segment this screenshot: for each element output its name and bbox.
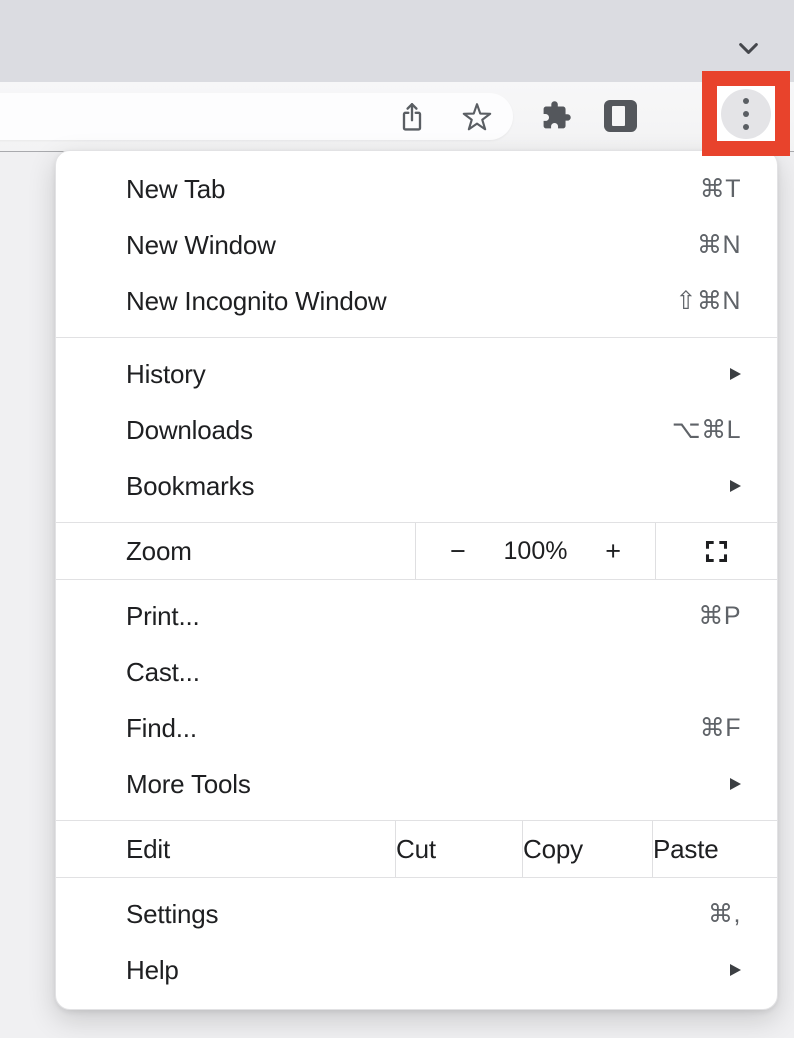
edit-row: Edit Cut Copy Paste	[56, 821, 777, 877]
edit-label-cell: Edit	[56, 821, 396, 877]
menu-item-label: Help	[126, 955, 730, 986]
menu-section-actions: Print... ⌘P Cast... Find... ⌘F More Tool…	[56, 580, 777, 820]
menu-section-settings: Settings ⌘, Help	[56, 878, 777, 1009]
paste-button[interactable]: Paste	[653, 821, 777, 877]
menu-item-find[interactable]: Find... ⌘F	[56, 700, 777, 756]
submenu-arrow-icon	[730, 480, 741, 492]
extensions-button[interactable]	[540, 98, 572, 132]
menu-item-history[interactable]: History	[56, 346, 777, 402]
shortcut-hint: ⇧⌘N	[675, 286, 741, 316]
submenu-arrow-icon	[730, 778, 741, 790]
menu-item-label: Downloads	[126, 415, 672, 446]
shortcut-hint: ⌥⌘L	[672, 415, 741, 445]
fullscreen-button[interactable]	[656, 523, 777, 579]
tab-overflow-chevron-button[interactable]	[733, 33, 763, 63]
menu-item-new-tab[interactable]: New Tab ⌘T	[56, 161, 777, 217]
menu-item-label: Find...	[126, 713, 700, 744]
cut-label: Cut	[396, 834, 522, 865]
menu-item-label: New Window	[126, 230, 697, 261]
shortcut-hint: ⌘N	[697, 230, 741, 260]
menu-item-new-window[interactable]: New Window ⌘N	[56, 217, 777, 273]
menu-item-label: New Tab	[126, 174, 700, 205]
browser-menu-button[interactable]	[721, 89, 771, 139]
menu-item-label: More Tools	[126, 769, 730, 800]
submenu-arrow-icon	[730, 368, 741, 380]
menu-item-settings[interactable]: Settings ⌘,	[56, 886, 777, 942]
menu-kebab-icon	[743, 98, 749, 104]
side-panel-button[interactable]	[604, 100, 637, 132]
menu-item-cast[interactable]: Cast...	[56, 644, 777, 700]
shortcut-hint: ⌘P	[698, 601, 741, 631]
menu-item-label: Print...	[126, 601, 698, 632]
chevron-down-icon	[735, 35, 762, 62]
menu-item-label: Cast...	[126, 657, 741, 688]
side-panel-icon	[604, 100, 637, 132]
tab-strip	[0, 0, 794, 82]
browser-app-menu: New Tab ⌘T New Window ⌘N New Incognito W…	[55, 150, 778, 1010]
zoom-in-button[interactable]: +	[605, 538, 621, 565]
menu-item-new-incognito-window[interactable]: New Incognito Window ⇧⌘N	[56, 273, 777, 329]
address-bar[interactable]	[0, 93, 513, 140]
zoom-controls: − 100% +	[416, 523, 656, 579]
browser-toolbar	[0, 82, 794, 152]
zoom-row: Zoom − 100% +	[56, 523, 777, 579]
menu-item-downloads[interactable]: Downloads ⌥⌘L	[56, 402, 777, 458]
menu-item-print[interactable]: Print... ⌘P	[56, 588, 777, 644]
cut-button[interactable]: Cut	[396, 821, 523, 877]
copy-label: Copy	[523, 834, 652, 865]
menu-item-label: Bookmarks	[126, 471, 730, 502]
red-highlight-box	[702, 71, 790, 156]
edit-label: Edit	[126, 834, 395, 865]
fullscreen-icon	[703, 538, 730, 565]
menu-item-more-tools[interactable]: More Tools	[56, 756, 777, 812]
shortcut-hint: ⌘T	[700, 174, 741, 204]
zoom-label: Zoom	[126, 536, 415, 567]
menu-section-library: History Downloads ⌥⌘L Bookmarks	[56, 338, 777, 522]
bookmark-star-icon	[461, 101, 493, 133]
shortcut-hint: ⌘,	[708, 899, 741, 929]
extensions-puzzle-icon	[541, 100, 572, 131]
bookmark-button[interactable]	[460, 100, 494, 134]
share-icon	[397, 101, 427, 133]
menu-item-label: New Incognito Window	[126, 286, 675, 317]
submenu-arrow-icon	[730, 964, 741, 976]
menu-item-bookmarks[interactable]: Bookmarks	[56, 458, 777, 514]
shortcut-hint: ⌘F	[700, 713, 741, 743]
menu-item-help[interactable]: Help	[56, 942, 777, 998]
paste-label: Paste	[653, 834, 777, 865]
menu-item-label: Settings	[126, 899, 708, 930]
zoom-label-cell: Zoom	[56, 523, 416, 579]
menu-item-label: History	[126, 359, 730, 390]
zoom-out-button[interactable]: −	[450, 538, 466, 565]
menu-section-tabs: New Tab ⌘T New Window ⌘N New Incognito W…	[56, 151, 777, 337]
copy-button[interactable]: Copy	[523, 821, 653, 877]
share-button[interactable]	[396, 100, 428, 134]
zoom-level-value: 100%	[504, 537, 568, 566]
